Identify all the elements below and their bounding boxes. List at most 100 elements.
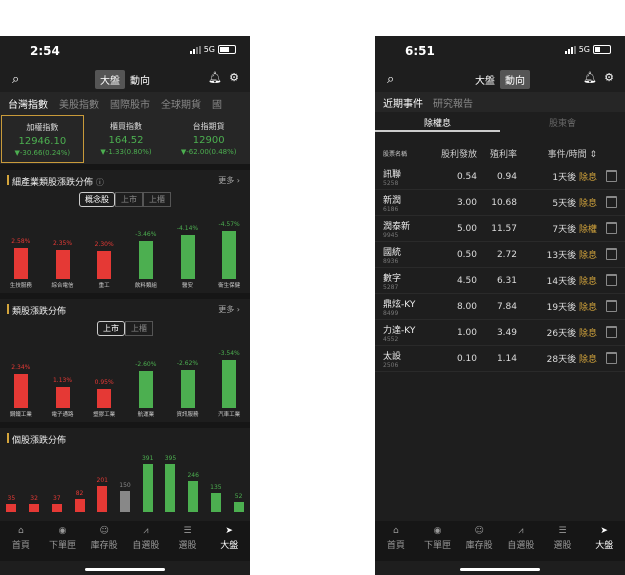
nav-label: 庫存股 — [465, 541, 493, 551]
bell-icon[interactable]: 🔔︎ — [583, 71, 597, 84]
tab-4[interactable]: 國 — [212, 96, 222, 111]
event-tabs: 除權息 股東會 — [375, 112, 625, 132]
stock-name: 新潤 — [383, 195, 402, 206]
segment-trend[interactable]: 動向 — [500, 70, 530, 89]
chart-bar — [165, 464, 176, 512]
nav-item[interactable]: ☰ 選股 — [542, 521, 584, 561]
event-days: 14天後 — [546, 277, 579, 287]
calendar-icon[interactable] — [605, 326, 617, 338]
nav-item[interactable]: ➤ 大盤 — [208, 521, 250, 561]
right-phone-screen: 6:51 5G ⌕ 大盤 動向 🔔︎ ⚙ 近期事件 研究報告 除權息 股東會 股票名… — [375, 36, 625, 575]
dividend: 0.54 — [456, 171, 477, 182]
pill-option[interactable]: 上市 — [97, 321, 125, 336]
pill-option[interactable]: 上市 — [115, 192, 143, 207]
nav-item[interactable]: ⩘ 自選股 — [500, 521, 542, 561]
stock-code: 5258 — [383, 179, 399, 187]
stock-code: 8499 — [383, 309, 399, 317]
segment-trend[interactable]: 動向 — [125, 70, 155, 89]
chart-bar — [138, 370, 153, 408]
dividend: 1.00 — [456, 327, 477, 338]
gear-icon[interactable]: ⚙ — [229, 71, 239, 84]
bar-value-label: -4.57% — [218, 221, 240, 228]
chart-bar — [51, 503, 62, 512]
index-card[interactable]: 加權指數 12946.10 ▼-30.66(0.24%) — [1, 115, 84, 163]
table-row[interactable]: 訊聯 5258 0.54 0.94 1天後 除息 — [375, 164, 625, 190]
event-kind: 除息 — [578, 199, 597, 209]
event-cell: 28天後 除息 — [517, 352, 597, 365]
nav-item[interactable]: ☰ 選股 — [167, 521, 209, 561]
event-tab[interactable]: 股東會 — [500, 112, 625, 132]
event-cell: 13天後 除息 — [517, 248, 597, 261]
gear-icon[interactable]: ⚙ — [604, 71, 614, 84]
table-row[interactable]: 鼎炫-KY 8499 8.00 7.84 19天後 除息 — [375, 294, 625, 320]
event-type-tabs: 近期事件 研究報告 — [375, 92, 625, 112]
info-icon[interactable]: ⓘ — [96, 178, 104, 187]
pill-group: 概念股 上市 上櫃 — [79, 192, 171, 207]
subtab[interactable]: 研究報告 — [433, 95, 473, 110]
table-row[interactable]: 力達-KY 4552 1.00 3.49 26天後 除息 — [375, 320, 625, 346]
event-tab[interactable]: 除權息 — [375, 112, 500, 132]
tab-0[interactable]: 台灣指數 — [8, 96, 48, 111]
nav-label: 下單匣 — [424, 541, 452, 551]
event-kind: 除息 — [578, 277, 597, 287]
calendar-icon[interactable] — [605, 196, 617, 208]
bottom-nav: ⌂ 首頁 ◉ 下單匣 ☺ 庫存股 ⩘ 自選股 ☰ 選股 ➤ 大盤 — [0, 521, 250, 561]
home-icon: ⌂ — [392, 526, 399, 536]
search-icon[interactable]: ⌕ — [387, 72, 394, 87]
table-row[interactable]: 數字 5287 4.50 6.31 14天後 除息 — [375, 268, 625, 294]
calendar-icon[interactable] — [605, 222, 617, 234]
calendar-cell — [597, 297, 625, 316]
bar-value-label: -3.46% — [135, 230, 157, 238]
tab-2[interactable]: 國際股市 — [110, 96, 150, 111]
nav-item[interactable]: ☺ 庫存股 — [458, 521, 500, 561]
nav-item[interactable]: ◉ 下單匣 — [42, 521, 84, 561]
industry-more-link[interactable]: 更多 › — [218, 175, 240, 186]
status-bar: 6:51 5G — [375, 36, 625, 66]
stack-icon: ☰ — [183, 526, 192, 536]
subtab[interactable]: 近期事件 — [383, 95, 423, 110]
pill-option[interactable]: 概念股 — [79, 192, 115, 207]
nav-label: 庫存股 — [90, 541, 118, 551]
stock-name: 數字 — [383, 273, 402, 284]
search-icon[interactable]: ⌕ — [12, 72, 19, 87]
calendar-icon[interactable] — [605, 274, 617, 286]
table-row[interactable]: 國統 8936 0.50 2.72 13天後 除息 — [375, 242, 625, 268]
nav-item[interactable]: ☺ 庫存股 — [83, 521, 125, 561]
pill-option[interactable]: 上櫃 — [125, 321, 153, 336]
calendar-cell — [597, 219, 625, 238]
yield: 3.49 — [496, 327, 517, 338]
bell-icon[interactable]: 🔔︎ — [208, 71, 222, 84]
nav-item[interactable]: ⌂ 首頁 — [0, 521, 42, 561]
sector-header: 類股漲跌分佈 更多 › — [0, 299, 250, 319]
stock-code: 6186 — [383, 205, 399, 213]
calendar-icon[interactable] — [605, 352, 617, 364]
event-kind: 除息 — [578, 303, 597, 313]
calendar-cell — [597, 323, 625, 342]
segment-market[interactable]: 大盤 — [470, 70, 500, 89]
table-row[interactable]: 潤泰新 9945 5.00 11.57 7天後 除權 — [375, 216, 625, 242]
tab-3[interactable]: 全球期貨 — [161, 96, 201, 111]
stock-cell: 國統 8936 — [375, 245, 433, 265]
event-days: 5天後 — [552, 199, 579, 209]
table-row[interactable]: 新潤 6186 3.00 10.68 5天後 除息 — [375, 190, 625, 216]
tab-1[interactable]: 美股指數 — [59, 96, 99, 111]
index-card[interactable]: 櫃買指數 164.52 ▼-1.33(0.80%) — [86, 115, 167, 163]
event-days: 26天後 — [546, 329, 579, 339]
nav-item[interactable]: ◉ 下單匣 — [417, 521, 459, 561]
calendar-cell — [597, 349, 625, 368]
dividend: 3.00 — [456, 197, 477, 208]
table-row[interactable]: 太設 2506 0.10 1.14 28天後 除息 — [375, 346, 625, 372]
segment-market[interactable]: 大盤 — [95, 70, 125, 89]
nav-item[interactable]: ⌂ 首頁 — [375, 521, 417, 561]
calendar-icon[interactable] — [605, 300, 617, 312]
index-card[interactable]: 台指期貨 12900 ▼-62.00(0.48%) — [168, 115, 249, 163]
calendar-icon[interactable] — [605, 170, 617, 182]
column-header[interactable]: 事件/時間 ⇕ — [517, 147, 597, 160]
stock-code: 4552 — [383, 335, 399, 343]
stock-header: 個股漲跌分佈 — [0, 428, 250, 448]
pill-option[interactable]: 上櫃 — [143, 192, 171, 207]
calendar-icon[interactable] — [605, 248, 617, 260]
nav-item[interactable]: ➤ 大盤 — [583, 521, 625, 561]
nav-item[interactable]: ⩘ 自選股 — [125, 521, 167, 561]
sector-more-link[interactable]: 更多 › — [218, 304, 240, 315]
